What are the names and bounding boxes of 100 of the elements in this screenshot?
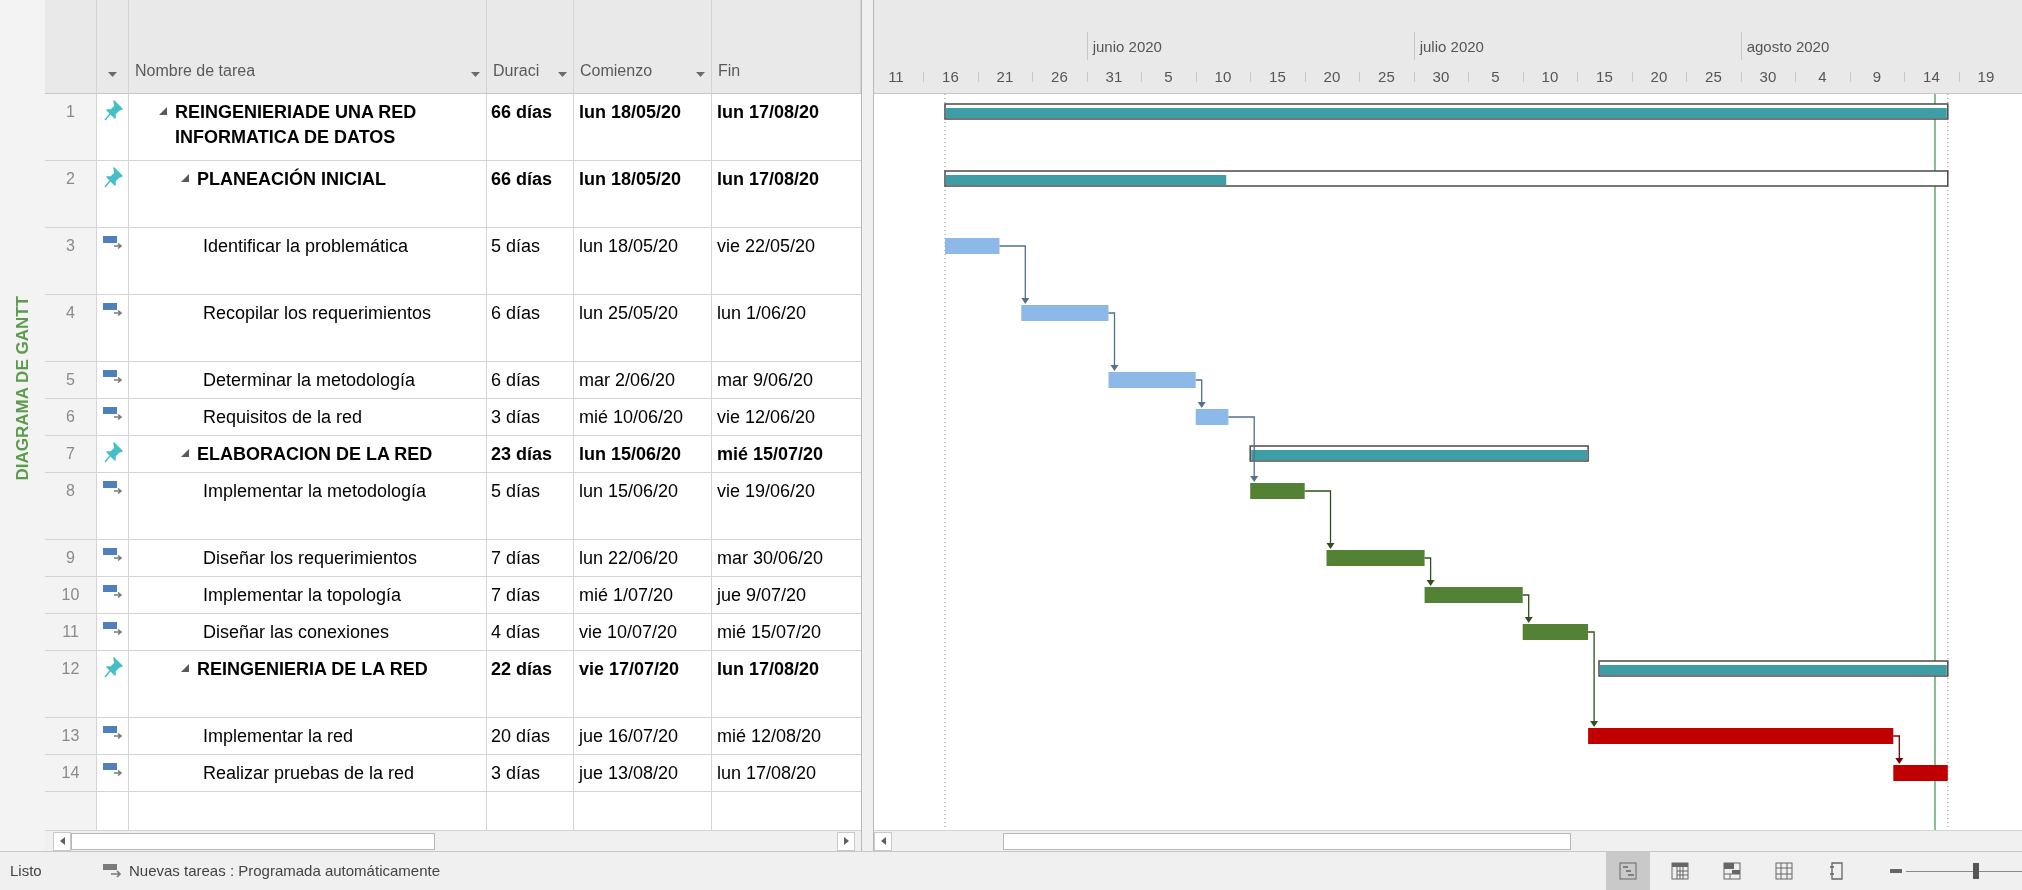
view-icon xyxy=(1827,862,1845,880)
day-label: 21 xyxy=(995,67,1015,87)
status-text: Listo xyxy=(10,860,43,881)
new-tasks-status[interactable]: Nuevas tareas : Programada automáticamente xyxy=(129,859,440,883)
collapse-triangle-icon[interactable] xyxy=(159,107,167,115)
day-label: 15 xyxy=(1595,67,1614,87)
task-mode-icon xyxy=(102,761,123,777)
caret-icon[interactable] xyxy=(108,72,117,78)
finish-date-cell-text: mié 15/07/20 xyxy=(716,621,823,644)
finish-date-cell-text: mar 30/06/20 xyxy=(716,547,825,570)
zoom-slider-thumb[interactable] xyxy=(1972,863,1979,879)
finish-date-cell-text: lun 1/06/20 xyxy=(716,302,808,325)
finish-date-cell-text: vie 19/06/20 xyxy=(716,480,817,503)
start-date-cell: vie 10/07/20 xyxy=(574,614,712,650)
collapse-triangle-icon[interactable] xyxy=(181,449,189,457)
day-label: 20 xyxy=(1649,67,1669,87)
task-name: Implementar la metodología xyxy=(203,480,427,503)
day-label: 10 xyxy=(1213,67,1233,87)
start-date-cell: lun 18/05/20 xyxy=(574,161,712,227)
view-button[interactable] xyxy=(1606,852,1650,890)
task-mode-icon xyxy=(102,405,123,421)
caret-icon[interactable] xyxy=(696,72,705,78)
duration-cell: 5 días xyxy=(487,228,574,294)
finish-date-cell-text: lun 17/08/20 xyxy=(716,168,821,191)
pushpin-icon xyxy=(102,100,123,122)
day-label: 11 xyxy=(887,67,905,87)
start-date-cell: mié 10/06/20 xyxy=(574,399,712,435)
column-header[interactable]: Duraci xyxy=(493,59,552,83)
task-mode-icon xyxy=(102,301,123,317)
collapse-triangle-icon[interactable] xyxy=(181,174,189,182)
day-label: 4 xyxy=(1817,67,1828,87)
view-icon xyxy=(1723,862,1741,880)
scroll-left-button[interactable] xyxy=(53,831,71,851)
scroll-left-button[interactable] xyxy=(874,831,892,851)
dependency-arrow xyxy=(1107,312,1119,371)
column-header[interactable]: Comienzo xyxy=(580,59,690,83)
view-icon xyxy=(1671,862,1689,880)
scrollbar-thumb[interactable] xyxy=(71,832,435,850)
task-mode-icon xyxy=(102,546,123,562)
task-mode-icon xyxy=(102,234,123,250)
finish-date-cell-text: mié 12/08/20 xyxy=(716,725,823,748)
start-date-cell: mar 2/06/20 xyxy=(574,362,712,398)
day-label: 10 xyxy=(1540,67,1560,87)
finish-date-cell-text: jue 9/07/20 xyxy=(715,584,808,607)
row-number: 9 xyxy=(45,540,97,576)
task-mode-icon xyxy=(102,620,123,636)
column-header[interactable]: Nombre de tarea xyxy=(135,59,465,83)
day-label: 25 xyxy=(1704,67,1723,87)
row-number: 4 xyxy=(45,295,97,361)
duration-cell: 3 días xyxy=(487,755,574,791)
month-label: junio 2020 xyxy=(1092,37,1162,57)
duration-cell: 4 días xyxy=(487,614,574,650)
start-date-cell: lun 15/06/20 xyxy=(574,436,712,472)
finish-date-cell-text: lun 17/08/20 xyxy=(716,658,821,681)
day-label: 31 xyxy=(1104,67,1124,87)
scrollbar-thumb[interactable] xyxy=(1003,832,1571,850)
finish-date-cell-text: lun 17/08/20 xyxy=(716,762,818,785)
caret-icon[interactable] xyxy=(558,72,567,78)
caret-icon[interactable] xyxy=(471,72,480,78)
row-number: 6 xyxy=(45,399,97,435)
column-header[interactable]: Fin xyxy=(718,59,854,83)
duration-cell: 66 días xyxy=(487,94,574,160)
row-number: 8 xyxy=(45,473,97,539)
task-name: Determinar la metodología xyxy=(203,369,416,392)
duration-cell: 6 días xyxy=(487,295,574,361)
start-date-cell: lun 15/06/20 xyxy=(574,473,712,539)
dependency-arrow xyxy=(1423,557,1435,586)
row-number: 13 xyxy=(45,718,97,754)
task-mode-icon xyxy=(102,583,123,599)
month-label: agosto 2020 xyxy=(1746,37,1830,57)
duration-cell: 22 días xyxy=(487,651,574,717)
task-name: ELABORACION DE LA RED xyxy=(197,443,433,466)
day-label: 19 xyxy=(1976,67,1996,87)
task-name: REINGENIERIA DE LA RED xyxy=(197,658,428,681)
row-number: 7 xyxy=(45,436,97,472)
start-date-cell: jue 13/08/20 xyxy=(574,755,712,791)
task-name: Identificar la problemática xyxy=(203,235,409,258)
horizontal-scrollbar[interactable] xyxy=(874,830,2022,851)
day-label: 20 xyxy=(1322,67,1342,87)
scroll-left-arrow-icon xyxy=(59,837,65,845)
dependency-arrow xyxy=(1522,594,1533,623)
horizontal-scrollbar[interactable] xyxy=(45,830,861,851)
start-date-cell: vie 17/07/20 xyxy=(574,651,712,717)
task-name: Diseñar los requerimientos xyxy=(203,547,418,570)
task-name: PLANEACIÓN INICIAL xyxy=(197,167,386,191)
view-icon xyxy=(1619,862,1637,880)
row-number: 10 xyxy=(45,577,97,613)
collapse-triangle-icon[interactable] xyxy=(181,664,189,672)
day-label: 15 xyxy=(1268,67,1287,87)
view-icon xyxy=(1775,862,1793,880)
start-date-cell: lun 25/05/20 xyxy=(574,295,712,361)
dependency-arrow xyxy=(1227,416,1259,482)
day-label: 5 xyxy=(1490,67,1501,87)
duration-cell: 7 días xyxy=(487,540,574,576)
scroll-right-button[interactable] xyxy=(837,831,855,851)
month-label: julio 2020 xyxy=(1419,37,1484,57)
row-number: 12 xyxy=(45,651,97,717)
day-label: 5 xyxy=(1163,67,1174,87)
zoom-slider[interactable] xyxy=(1906,861,2022,881)
duration-cell: 20 días xyxy=(487,718,574,754)
